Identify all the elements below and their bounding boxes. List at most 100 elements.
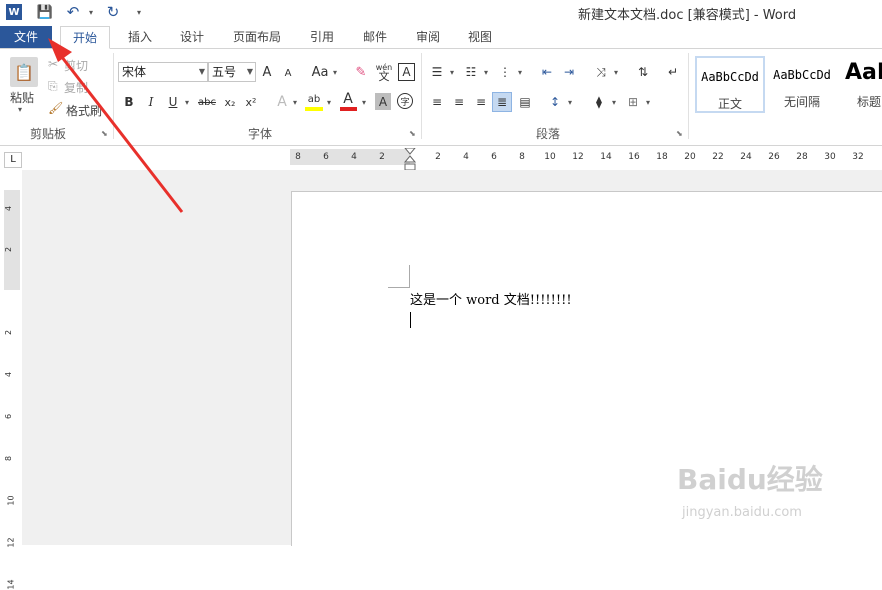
decrease-indent-icon[interactable]: ⇤ xyxy=(538,63,556,81)
superscript-button[interactable]: x² xyxy=(243,93,259,111)
paragraph-launcher-icon[interactable]: ⬊ xyxy=(676,129,683,138)
format-painter-button[interactable]: 格式刷 xyxy=(66,102,102,119)
style-normal[interactable]: AaBbCcDd 正文 xyxy=(695,56,765,113)
chinese-layout-dropdown-icon[interactable]: ▾ xyxy=(612,65,620,79)
shading-dropdown-icon[interactable]: ▾ xyxy=(610,95,618,109)
style-no-spacing[interactable]: AaBbCcDd 无间隔 xyxy=(767,56,837,113)
sort-icon[interactable]: ⇅ xyxy=(634,63,652,81)
text-effects-button[interactable]: A xyxy=(274,93,290,111)
style-no-spacing-sample: AaBbCcDd xyxy=(773,68,831,82)
phonetic-guide-icon[interactable]: wén 文 xyxy=(375,62,393,82)
highlight-button[interactable]: ab xyxy=(305,91,323,107)
ruler-tick-label: 4 xyxy=(351,152,357,162)
clipboard-launcher-icon[interactable]: ⬊ xyxy=(101,129,108,138)
font-launcher-icon[interactable]: ⬊ xyxy=(409,129,416,138)
bullets-icon[interactable]: ☰ xyxy=(428,63,446,81)
ruler-tick-label: 16 xyxy=(628,152,640,162)
crop-mark xyxy=(388,287,410,288)
customize-icon[interactable]: ▾ xyxy=(130,3,148,21)
change-case-dropdown-icon[interactable]: ▾ xyxy=(331,65,339,79)
line-spacing-dropdown-icon[interactable]: ▾ xyxy=(566,95,574,109)
ruler-tick-label: 20 xyxy=(684,152,696,162)
italic-button[interactable]: I xyxy=(144,93,158,111)
show-marks-icon[interactable]: ↵ xyxy=(666,63,680,81)
ruler-tick-label: 28 xyxy=(796,152,808,162)
tab-mailings[interactable]: 邮件 xyxy=(353,26,397,48)
shrink-font-button[interactable]: A xyxy=(282,65,294,81)
font-size-dropdown-icon[interactable]: ▼ xyxy=(247,63,253,81)
paste-dropdown-icon[interactable]: ▾ xyxy=(18,105,22,114)
undo-icon[interactable]: ↶ xyxy=(64,3,82,21)
undo-dropdown-icon[interactable]: ▾ xyxy=(82,3,100,21)
ruler-tick-label: 32 xyxy=(852,152,864,162)
tab-review[interactable]: 审阅 xyxy=(406,26,450,48)
borders-dropdown-icon[interactable]: ▾ xyxy=(644,95,652,109)
format-painter-icon[interactable]: 🖌 xyxy=(48,101,63,115)
character-border-button[interactable]: A xyxy=(398,63,415,81)
shading-icon[interactable]: ⧫ xyxy=(590,93,608,111)
cut-button[interactable]: 剪切 xyxy=(64,57,88,74)
ribbon-tabs: 文件 开始 插入 设计 页面布局 引用 邮件 审阅 视图 xyxy=(0,26,882,49)
copy-icon[interactable]: ⎘ xyxy=(48,79,58,94)
tab-insert[interactable]: 插入 xyxy=(118,26,162,48)
tab-design[interactable]: 设计 xyxy=(170,26,214,48)
bullets-dropdown-icon[interactable]: ▾ xyxy=(448,65,456,79)
tab-references[interactable]: 引用 xyxy=(300,26,344,48)
font-color-dropdown-icon[interactable]: ▾ xyxy=(360,95,368,109)
multilevel-list-icon[interactable]: ⋮ xyxy=(496,63,514,81)
paste-button[interactable]: 粘贴 xyxy=(10,89,34,106)
word-icon[interactable]: W xyxy=(6,4,22,20)
watermark-url: jingyan.baidu.com xyxy=(682,505,802,520)
align-center-icon[interactable]: ≡ xyxy=(450,93,468,111)
document-text[interactable]: 这是一个 word 文档!!!!!!!! xyxy=(410,289,572,308)
change-case-button[interactable]: Aa xyxy=(310,63,330,81)
copy-button[interactable]: 复制 xyxy=(64,79,88,96)
borders-icon[interactable]: ⊞ xyxy=(624,93,642,111)
text-effects-dropdown-icon[interactable]: ▾ xyxy=(291,95,299,109)
style-normal-name: 正文 xyxy=(717,97,742,111)
character-shading-button[interactable]: A xyxy=(375,93,391,110)
font-name-dropdown-icon[interactable]: ▼ xyxy=(199,63,205,81)
ruler-tick-label: 4 xyxy=(463,152,469,162)
ruler-tick-label: 6 xyxy=(4,413,14,420)
tab-home[interactable]: 开始 xyxy=(60,26,110,49)
font-name-combo[interactable]: 宋体 ▼ xyxy=(118,62,208,82)
line-spacing-icon[interactable]: ↕ xyxy=(546,93,564,111)
tab-selector[interactable]: L xyxy=(4,152,22,168)
tab-file[interactable]: 文件 xyxy=(0,26,52,48)
justify-icon[interactable]: ≣ xyxy=(492,92,512,112)
numbering-dropdown-icon[interactable]: ▾ xyxy=(482,65,490,79)
font-size-value: 五号 xyxy=(212,65,237,79)
paste-icon[interactable]: 📋 xyxy=(10,57,38,87)
font-color-button[interactable]: A xyxy=(340,91,356,107)
ruler-tick-label: 4 xyxy=(4,205,14,212)
distributed-icon[interactable]: ▤ xyxy=(516,93,534,111)
redo-icon[interactable]: ↻ xyxy=(104,3,122,21)
highlight-dropdown-icon[interactable]: ▾ xyxy=(325,95,333,109)
cut-icon[interactable]: ✂ xyxy=(48,57,58,71)
tab-view[interactable]: 视图 xyxy=(458,26,502,48)
numbering-icon[interactable]: ☷ xyxy=(462,63,480,81)
chinese-layout-icon[interactable]: ⤨ xyxy=(592,63,610,81)
style-heading[interactable]: AaI 标题 xyxy=(839,56,882,113)
grow-font-button[interactable]: A xyxy=(260,63,274,81)
align-left-icon[interactable]: ≡ xyxy=(428,93,446,111)
ruler-tick-label: 24 xyxy=(740,152,752,162)
strikethrough-button[interactable]: abc xyxy=(197,93,217,111)
style-normal-sample: AaBbCcDd xyxy=(701,70,759,84)
underline-button[interactable]: U xyxy=(166,93,180,111)
multilevel-dropdown-icon[interactable]: ▾ xyxy=(516,65,524,79)
bold-button[interactable]: B xyxy=(122,93,136,111)
enclose-characters-button[interactable]: 字 xyxy=(397,93,413,109)
subscript-button[interactable]: x₂ xyxy=(222,93,238,111)
save-icon[interactable]: 💾 xyxy=(36,3,54,21)
increase-indent-icon[interactable]: ⇥ xyxy=(560,63,578,81)
tab-page-layout[interactable]: 页面布局 xyxy=(224,26,290,48)
align-right-icon[interactable]: ≡ xyxy=(472,93,490,111)
font-color-bar xyxy=(340,107,357,111)
horizontal-ruler-margin xyxy=(290,149,410,165)
clear-formatting-icon[interactable]: ✎ xyxy=(352,63,370,81)
font-size-combo[interactable]: 五号 ▼ xyxy=(208,62,256,82)
ruler-tick-label: 2 xyxy=(379,152,385,162)
underline-dropdown-icon[interactable]: ▾ xyxy=(183,95,191,109)
